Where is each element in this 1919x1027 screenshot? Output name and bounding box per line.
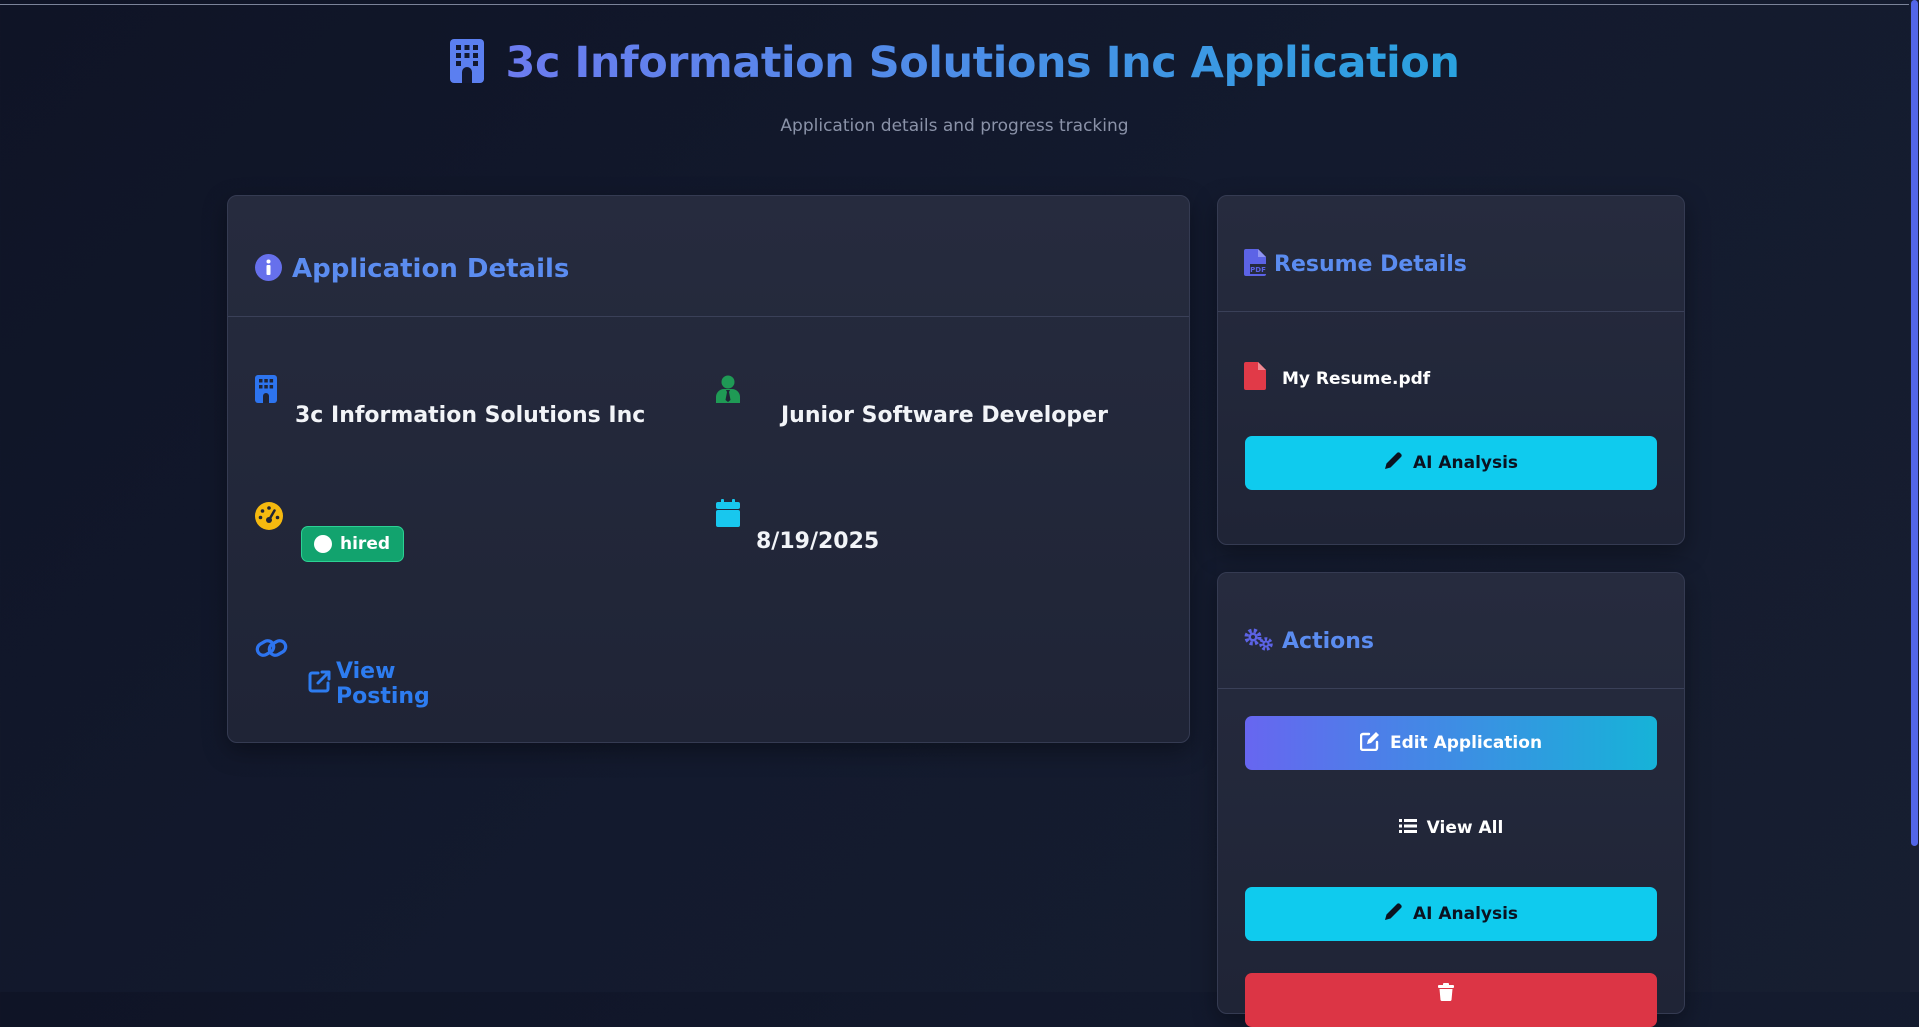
company-name: 3c Information Solutions Inc — [295, 403, 646, 428]
delete-button[interactable] — [1245, 973, 1657, 1027]
view-posting-link[interactable]: View Posting — [307, 659, 430, 709]
button-label: AI Analysis — [1412, 904, 1519, 924]
building-icon — [449, 39, 484, 87]
building-icon — [255, 375, 277, 407]
view-all-button[interactable]: View All — [1245, 801, 1657, 855]
button-label: View All — [1426, 818, 1504, 838]
application-details-card: Application Details 3c Information Solut… — [227, 195, 1190, 743]
actions-ai-analysis-button[interactable]: AI Analysis — [1245, 887, 1657, 941]
gauge-icon — [255, 502, 283, 534]
card-title: Resume Details — [1274, 252, 1467, 277]
page-subtitle: Application details and progress trackin… — [780, 116, 1129, 136]
card-header: PDF Resume Details — [1218, 196, 1684, 312]
resume-details-card: PDF Resume Details My Resume.pdf AI Anal… — [1217, 195, 1685, 545]
top-border — [0, 4, 1909, 5]
trash-icon — [1438, 983, 1454, 1006]
resume-ai-analysis-button[interactable]: AI Analysis — [1245, 436, 1657, 490]
status-badge: hired — [301, 526, 405, 562]
position-title: Junior Software Developer — [781, 403, 1108, 428]
status-dot-icon — [314, 535, 332, 553]
svg-text:PDF: PDF — [1250, 266, 1266, 274]
resume-file[interactable]: My Resume.pdf — [1244, 362, 1430, 395]
edit-application-button[interactable]: Edit Application — [1245, 716, 1657, 770]
pencil-icon — [1384, 451, 1403, 475]
actions-card: Actions Edit Application View All AI Ana… — [1217, 572, 1685, 1027]
info-circle-icon — [255, 253, 282, 285]
scrollbar-thumb[interactable] — [1911, 0, 1918, 846]
application-date: 8/19/2025 — [756, 529, 880, 554]
page-title: 3c Information Solutions Inc Application — [505, 38, 1460, 88]
link-icon — [255, 635, 288, 665]
button-label: Edit Application — [1389, 733, 1543, 753]
external-link-icon — [307, 669, 332, 700]
calendar-icon — [716, 499, 740, 531]
list-icon — [1398, 818, 1417, 839]
cogs-icon — [1244, 628, 1274, 656]
card-title: Actions — [1282, 629, 1374, 654]
card-header: Actions — [1218, 573, 1684, 689]
pencil-icon — [1384, 902, 1403, 926]
file-icon — [1244, 362, 1266, 395]
resume-file-name: My Resume.pdf — [1282, 368, 1431, 389]
status-label: hired — [340, 534, 391, 554]
file-pdf-icon: PDF — [1244, 249, 1266, 280]
button-label: AI Analysis — [1412, 453, 1519, 473]
edit-icon — [1359, 731, 1380, 756]
card-header: Application Details — [228, 196, 1189, 317]
page-header: 3c Information Solutions Inc Application — [0, 38, 1909, 88]
view-posting-label: View Posting — [336, 659, 430, 709]
card-title: Application Details — [292, 254, 570, 284]
user-tie-icon — [716, 375, 740, 407]
